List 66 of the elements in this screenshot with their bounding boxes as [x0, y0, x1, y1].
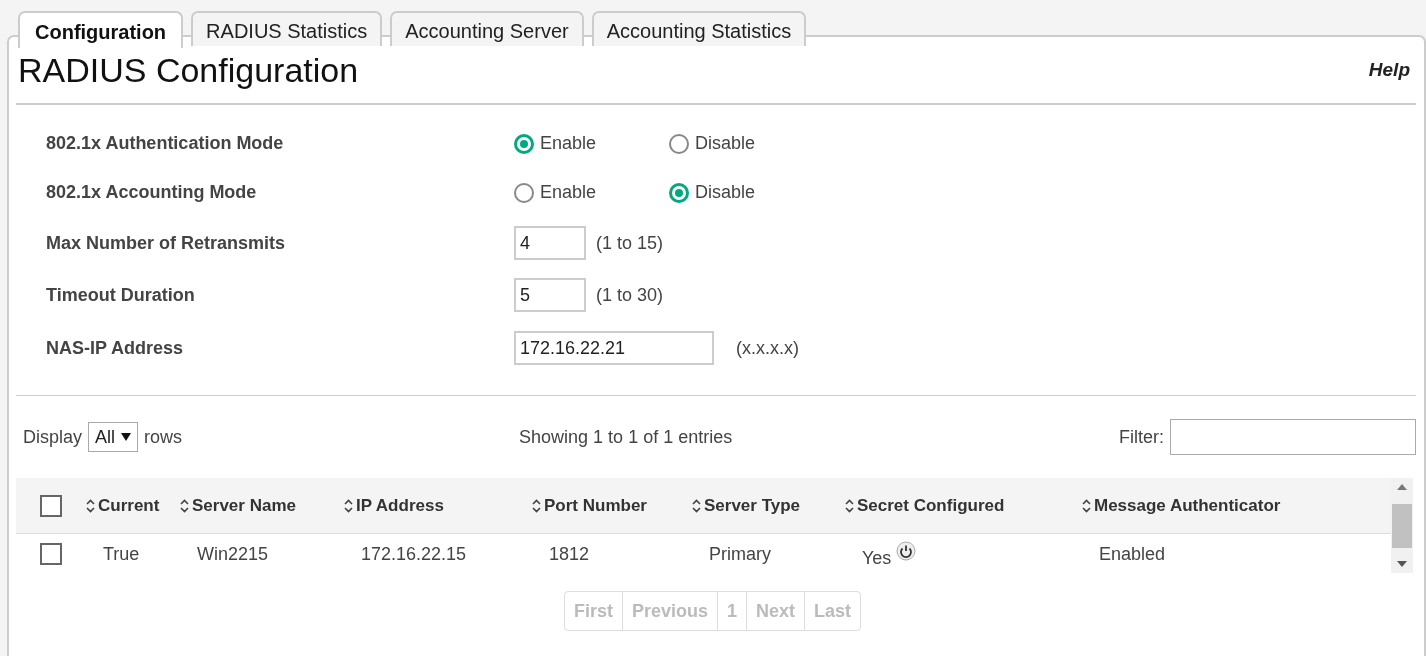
- radio-button[interactable]: [514, 133, 534, 154]
- page-title: RADIUS Configuration: [18, 50, 359, 90]
- column-label: Current: [98, 495, 160, 516]
- sort-icon: [86, 498, 95, 513]
- radio-button[interactable]: [669, 182, 689, 203]
- range-hint: (1 to 30): [596, 284, 664, 306]
- column-label: Port Number: [544, 495, 647, 516]
- tab[interactable]: Accounting Statistics: [591, 11, 807, 46]
- radio-label[interactable]: Disable: [695, 133, 756, 154]
- column-header[interactable]: Server Type: [692, 495, 845, 516]
- sort-icon: [344, 498, 353, 513]
- field-label: Max Number of Retransmits: [46, 232, 287, 254]
- radio-label[interactable]: Enable: [540, 182, 597, 203]
- table-cell: 1812: [549, 543, 590, 565]
- field-label: Timeout Duration: [46, 284, 196, 306]
- filter-label: Filter:: [1119, 426, 1164, 448]
- scrollbar[interactable]: [1391, 478, 1413, 573]
- column-header[interactable]: IP Address: [344, 495, 532, 516]
- table-cell: Yes: [862, 547, 892, 569]
- field-label: NAS-IP Address: [46, 337, 185, 359]
- column-label: Server Type: [704, 495, 801, 516]
- range-hint: (1 to 15): [596, 232, 664, 254]
- radio-button[interactable]: [514, 182, 534, 203]
- column-header[interactable]: Secret Configured: [845, 495, 1082, 516]
- power-icon[interactable]: [896, 541, 917, 561]
- help-link[interactable]: Help: [1368, 59, 1410, 81]
- filter-field[interactable]: [1170, 419, 1416, 455]
- sort-icon: [532, 498, 541, 513]
- table-cell: Win2215: [197, 543, 269, 565]
- tab[interactable]: RADIUS Statistics: [191, 11, 383, 46]
- sort-icon: [692, 498, 701, 513]
- tab[interactable]: Configuration: [18, 11, 184, 48]
- radio-label[interactable]: Enable: [540, 133, 597, 154]
- column-label: Server Name: [192, 495, 296, 516]
- column-label: Message Authenticator: [1094, 495, 1281, 516]
- scroll-up-icon[interactable]: [1397, 484, 1407, 490]
- table-cell: True: [103, 543, 140, 565]
- column-header[interactable]: Server Name: [180, 495, 344, 516]
- tab[interactable]: Accounting Server: [390, 11, 584, 46]
- field-label: 802.1x Accounting Mode: [46, 182, 258, 203]
- table-cell: 172.16.22.15: [361, 543, 467, 565]
- field-label: 802.1x Authentication Mode: [46, 133, 285, 154]
- row-checkbox[interactable]: [40, 543, 62, 565]
- sort-icon: [845, 498, 854, 513]
- display-label: Display: [23, 426, 83, 448]
- scroll-down-icon[interactable]: [1397, 561, 1407, 567]
- table-cell: Primary: [709, 543, 771, 565]
- input-field[interactable]: 4: [514, 226, 586, 260]
- input-field[interactable]: 172.16.22.21: [514, 331, 714, 365]
- column-header[interactable]: Port Number: [532, 495, 692, 516]
- sort-icon: [1082, 498, 1091, 513]
- radio-label[interactable]: Disable: [695, 182, 756, 203]
- rows-dropdown[interactable]: All: [88, 422, 139, 452]
- column-header[interactable]: Current: [86, 495, 180, 516]
- sort-icon: [180, 498, 189, 513]
- rows-label: rows: [144, 426, 183, 448]
- table-cell: Enabled: [1099, 543, 1166, 565]
- caret-icon: [121, 433, 132, 441]
- range-hint: (x.x.x.x): [736, 337, 799, 359]
- entries-info: Showing 1 to 1 of 1 entries: [519, 426, 734, 448]
- input-field[interactable]: 5: [514, 278, 586, 312]
- radio-button[interactable]: [669, 133, 689, 154]
- column-header[interactable]: Message Authenticator: [1082, 495, 1390, 516]
- column-label: IP Address: [356, 495, 444, 516]
- column-label: Secret Configured: [857, 495, 1005, 516]
- select-all-checkbox[interactable]: [40, 494, 62, 517]
